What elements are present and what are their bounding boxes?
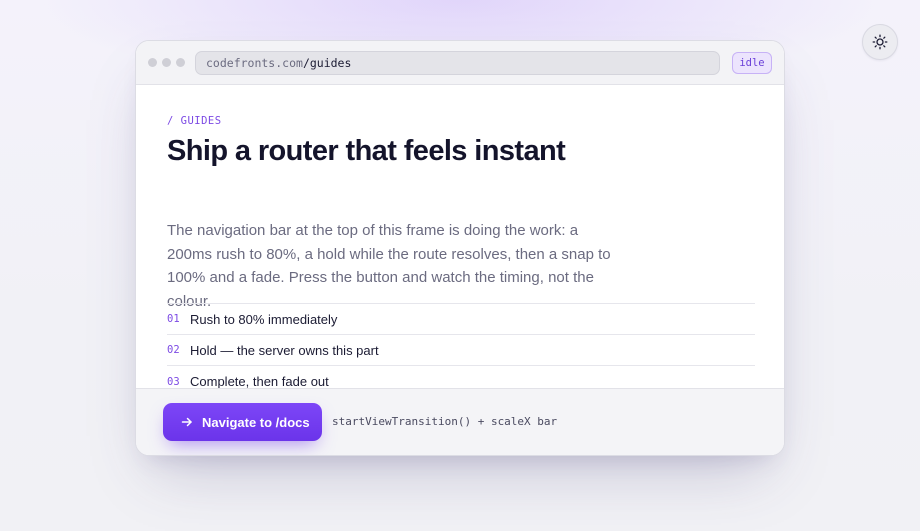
step-label: Complete, then fade out <box>190 374 329 389</box>
code-hint: startViewTransition() + scaleX bar <box>332 415 558 428</box>
step-number: 01 <box>167 313 180 325</box>
status-badge: idle <box>732 52 772 74</box>
window-dot-maximize <box>176 58 185 67</box>
browser-frame: codefronts.com/guides idle / GUIDES Ship… <box>135 40 785 456</box>
step-number: 03 <box>167 375 180 388</box>
list-item: 02 Hold — the server owns this part <box>167 335 755 366</box>
action-footer: Navigate to /docs startViewTransition() … <box>136 388 784 455</box>
sun-icon <box>872 34 888 50</box>
url-host: codefronts.com <box>206 56 303 70</box>
address-bar[interactable]: codefronts.com/guides <box>195 51 720 75</box>
window-dot-close <box>148 58 157 67</box>
steps-list: 01 Rush to 80% immediately 02 Hold — the… <box>167 303 755 397</box>
list-item: 01 Rush to 80% immediately <box>167 304 755 335</box>
page-title: Ship a router that feels instant <box>167 135 566 167</box>
breadcrumb: / GUIDES <box>167 115 222 127</box>
browser-chrome: codefronts.com/guides idle <box>136 41 784 85</box>
navigate-button-label: Navigate to /docs <box>202 414 310 430</box>
url-path: /guides <box>302 56 352 70</box>
step-number: 02 <box>167 344 180 356</box>
navigate-docs-button[interactable]: Navigate to /docs <box>163 403 322 441</box>
window-dot-minimize <box>162 58 171 67</box>
theme-toggle-button[interactable] <box>862 24 898 60</box>
arrow-right-icon <box>181 416 193 428</box>
step-label: Rush to 80% immediately <box>190 311 338 327</box>
lead-paragraph: The navigation bar at the top of this fr… <box>167 222 611 310</box>
step-label: Hold — the server owns this part <box>190 342 379 358</box>
